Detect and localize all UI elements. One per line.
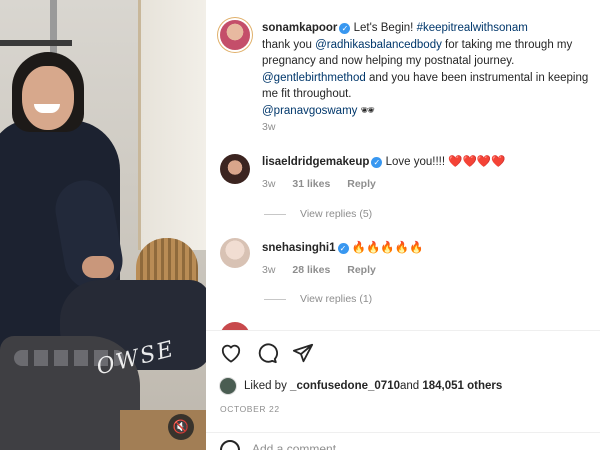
post-side-panel: sonamkapoor ✓ Let's Begin! #keepitrealwit… <box>206 0 600 450</box>
avatar[interactable] <box>220 238 250 268</box>
likes-summary: Liked by _confusedone_0710 and 184,051 o… <box>220 378 502 394</box>
likes-count[interactable]: 184,051 others <box>422 380 502 392</box>
avatar[interactable] <box>220 378 236 394</box>
replies-divider <box>264 298 286 300</box>
avatar[interactable] <box>220 154 250 184</box>
emoji-icon[interactable] <box>220 440 240 450</box>
caption-text: thank you <box>262 38 316 51</box>
verified-badge-icon: ✓ <box>337 243 349 254</box>
caption-text: 🕶 <box>357 104 376 117</box>
timestamp: 3w <box>262 178 276 190</box>
comment: snehasinghi1 ✓ 🔥🔥🔥🔥🔥 <box>262 240 592 257</box>
add-comment-input[interactable]: Add a comment... <box>252 442 346 450</box>
post-date[interactable]: OCTOBER 22 <box>220 404 280 414</box>
caption-username[interactable]: sonamkapoor <box>262 22 337 34</box>
liked-by-user[interactable]: _confusedone_0710 <box>290 380 400 392</box>
section-divider <box>206 432 600 433</box>
verified-badge-icon: ✓ <box>371 157 383 168</box>
view-replies-button[interactable]: View replies (5) <box>264 208 372 220</box>
comments-list[interactable]: sonamkapoor ✓ Let's Begin! #keepitrealwit… <box>206 0 600 330</box>
hashtag-link[interactable]: #keepitrealwithsonam <box>417 22 528 34</box>
avatar[interactable] <box>220 322 250 330</box>
likes-middle: and <box>399 380 420 392</box>
post-caption: sonamkapoor ✓ Let's Begin! #keepitrealwit… <box>262 20 592 119</box>
mention-link[interactable]: @pranavgoswamy <box>262 105 357 117</box>
comment-bubble-icon[interactable] <box>256 342 278 364</box>
person-face <box>22 66 74 130</box>
comment-meta: 3w 28 likes Reply <box>262 264 390 276</box>
comment-likes[interactable]: 28 likes <box>292 264 330 276</box>
likes-prefix: Liked by <box>244 380 287 392</box>
speaker-muted-icon[interactable]: 🔇 <box>168 414 194 440</box>
background-rail <box>0 40 72 46</box>
background-pole <box>50 0 57 60</box>
post-photo[interactable]: OWSE 🔇 <box>0 0 206 450</box>
reply-button[interactable]: Reply <box>347 264 376 276</box>
mention-link[interactable]: @radhikasbalancedbody <box>315 39 442 51</box>
timestamp: 3w <box>262 121 276 133</box>
verified-badge-icon: ✓ <box>339 23 351 34</box>
comment-meta: 3w 31 likes Reply <box>262 178 390 190</box>
view-replies-label: View replies (5) <box>300 208 373 220</box>
view-replies-button[interactable]: View replies (1) <box>264 293 372 305</box>
comment-username[interactable]: snehasinghi1 <box>262 242 336 254</box>
comment-text: Love you!!!! ❤️❤️❤️❤️ <box>385 156 506 168</box>
comment: lisaeldridgemakeup ✓ Love you!!!! ❤️❤️❤️❤… <box>262 154 592 171</box>
comment-username[interactable]: lisaeldridgemakeup <box>262 156 369 168</box>
comment-likes[interactable]: 31 likes <box>292 178 330 190</box>
caption-text: Let's Begin! <box>353 22 417 34</box>
person-hands <box>82 256 114 278</box>
action-bar <box>220 342 314 366</box>
paper-plane-icon[interactable] <box>292 342 314 364</box>
caption-meta: 3w <box>262 121 289 133</box>
background-door <box>138 0 206 250</box>
comment-text: 🔥🔥🔥🔥🔥 <box>351 242 424 254</box>
section-divider <box>206 330 600 331</box>
mention-link[interactable]: @gentlebirthmethod <box>262 72 366 84</box>
reply-button[interactable]: Reply <box>347 178 376 190</box>
timestamp: 3w <box>262 264 276 276</box>
heart-icon[interactable] <box>220 342 242 364</box>
avatar[interactable] <box>220 20 250 50</box>
replies-divider <box>264 213 286 215</box>
view-replies-label: View replies (1) <box>300 293 373 305</box>
